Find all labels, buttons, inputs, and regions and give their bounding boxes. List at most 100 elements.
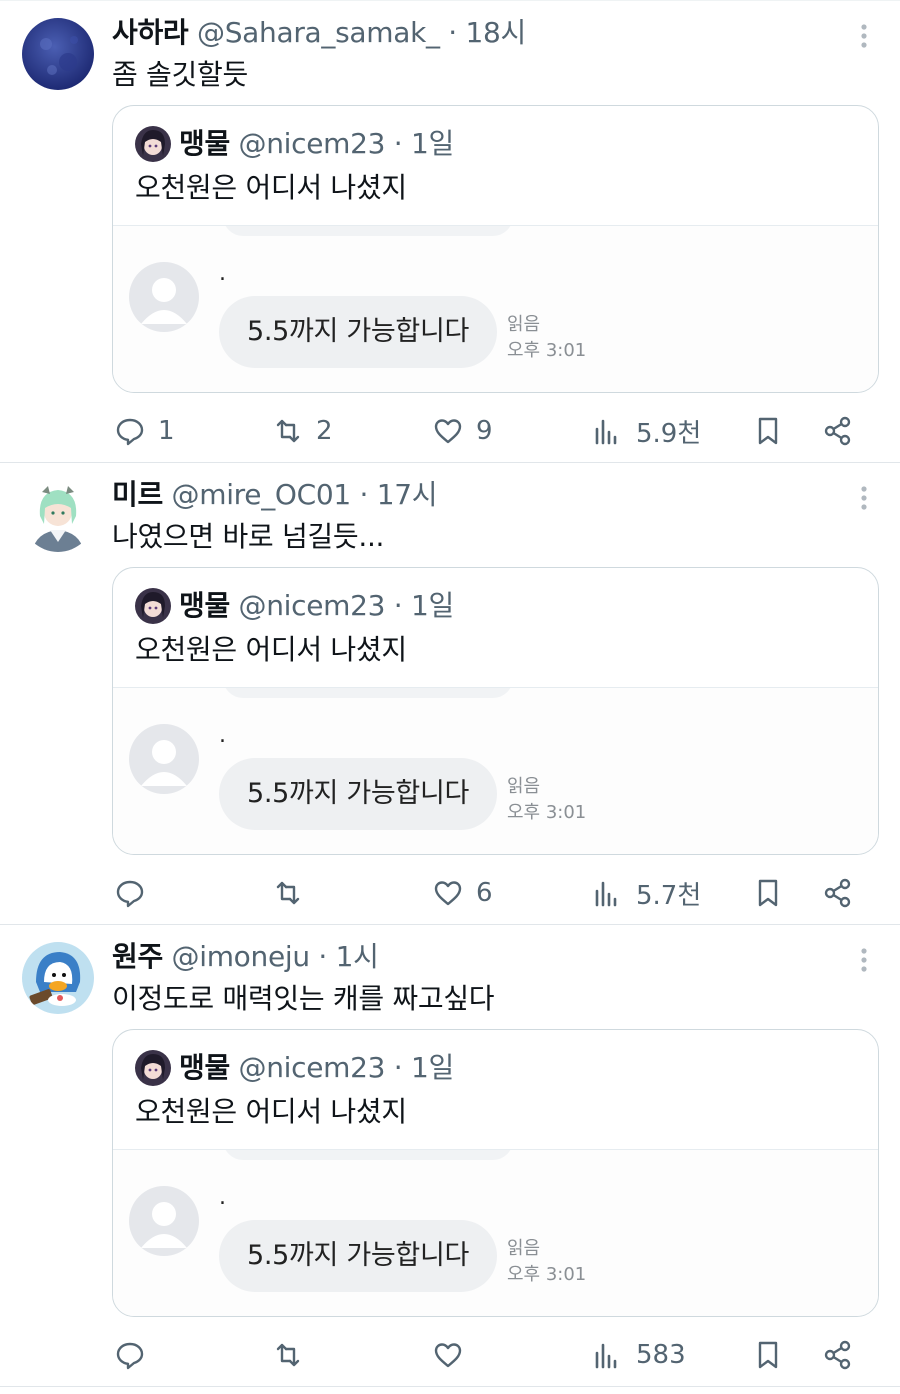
separator-dot: · [385, 1051, 411, 1084]
tweet-text: 좀 솔깃할듯 [112, 58, 248, 91]
avatar[interactable] [22, 18, 94, 90]
separator-dot: · [439, 16, 466, 49]
share-button[interactable] [822, 1329, 854, 1381]
reply-button[interactable]: 1 [114, 405, 175, 457]
retweet-button[interactable]: 2 [272, 405, 333, 457]
quoted-text: 오천원은 어디서 나셨지 [135, 633, 407, 666]
bookmark-icon [758, 879, 778, 907]
view-count: 5.7천 [636, 880, 702, 911]
quoted-tweet[interactable]: 맹물 @nicem23 · 1일 오천원은 어디서 나셨지 . 5.5까지 가능… [112, 105, 879, 393]
share-icon [824, 416, 851, 446]
quoted-author-name: 맹물 [179, 1051, 230, 1084]
author-handle[interactable]: @imoneju [172, 940, 311, 973]
quoted-header: 맹물 @nicem23 · 1일 [179, 1048, 454, 1088]
author-name[interactable]: 미르 [112, 478, 163, 511]
bookmark-button[interactable] [752, 1329, 784, 1381]
retweet-icon [276, 419, 300, 443]
retweet-button[interactable] [272, 1329, 316, 1381]
quoted-time: 1일 [411, 1051, 454, 1084]
quoted-author-handle: @nicem23 [238, 1051, 386, 1084]
quoted-author-name: 맹물 [179, 127, 230, 160]
tweet[interactable]: 사하라 @Sahara_samak_ · 18시 좀 솔깃할듯 맹물 @nice… [0, 1, 900, 463]
views-button[interactable]: 5.9천 [592, 405, 701, 457]
cropped-text [531, 1150, 615, 1152]
chat-screenshot[interactable]: . 5.5까지 가능합니다 읽음 오후 3:01 [113, 1149, 878, 1316]
chat-sender-name: . [219, 1185, 226, 1210]
quoted-text: 오천원은 어디서 나셨지 [135, 1095, 407, 1128]
tweet[interactable]: 원주 @imoneju · 1시 이정도로 매력잇는 캐를 짜고싶다 맹물 @n… [0, 925, 900, 1387]
avatar[interactable] [22, 480, 94, 552]
bookmark-button[interactable] [752, 405, 784, 457]
quoted-tweet[interactable]: 맹물 @nicem23 · 1일 오천원은 어디서 나셨지 . 5.5까지 가능… [112, 567, 879, 855]
like-count: 6 [476, 878, 493, 908]
author-name[interactable]: 사하라 [112, 16, 189, 49]
tweet-feed: 사하라 @Sahara_samak_ · 18시 좀 솔깃할듯 맹물 @nice… [0, 0, 900, 1394]
retweet-button[interactable] [272, 867, 316, 919]
views-button[interactable]: 5.7천 [592, 867, 701, 919]
like-button[interactable]: 9 [432, 405, 493, 457]
quoted-time: 1일 [411, 127, 454, 160]
author-handle[interactable]: @mire_OC01 [172, 478, 352, 511]
bookmark-icon [758, 1341, 778, 1369]
bookmark-button[interactable] [752, 867, 784, 919]
tweet-header: 원주 @imoneju · 1시 [112, 937, 840, 977]
view-count: 583 [636, 1340, 686, 1370]
quoted-avatar [135, 126, 171, 162]
share-icon [824, 878, 851, 908]
more-vertical-icon[interactable] [854, 945, 874, 975]
views-button[interactable]: 583 [592, 1329, 686, 1381]
read-status: 읽음 [507, 1238, 541, 1259]
reply-icon [116, 880, 144, 908]
quoted-avatar [135, 1050, 171, 1086]
like-button[interactable]: 6 [432, 867, 493, 919]
reply-button[interactable] [114, 1329, 158, 1381]
chat-screenshot[interactable]: . 5.5까지 가능합니다 읽음 오후 3:01 [113, 225, 878, 392]
separator-dot: · [385, 127, 411, 160]
reply-icon [116, 1342, 144, 1370]
like-button[interactable] [432, 1329, 476, 1381]
views-chart-icon [595, 1343, 617, 1369]
share-button[interactable] [822, 405, 854, 457]
chat-time: 오후 3:01 [507, 802, 587, 823]
tweet-actions: 6 5.7천 [112, 867, 872, 919]
retweet-icon [276, 1343, 300, 1367]
quoted-author-handle: @nicem23 [238, 589, 386, 622]
chat-sender-name: . [219, 723, 226, 748]
cropped-bubble [223, 1150, 513, 1160]
quoted-header: 맹물 @nicem23 · 1일 [179, 124, 454, 164]
chat-bubble: 5.5까지 가능합니다 [219, 1220, 497, 1292]
tweet-actions: 1 2 9 5.9천 [112, 405, 872, 457]
read-status: 읽음 [507, 314, 541, 335]
post-time[interactable]: 17시 [377, 478, 438, 511]
chat-sender-name: . [219, 261, 226, 286]
chat-bubble: 5.5까지 가능합니다 [219, 296, 497, 368]
cropped-text [531, 226, 615, 228]
default-profile-icon [129, 1186, 199, 1256]
chat-bubble: 5.5까지 가능합니다 [219, 758, 497, 830]
default-profile-icon [129, 262, 199, 332]
author-handle[interactable]: @Sahara_samak_ [197, 16, 440, 49]
reply-icon [116, 418, 144, 446]
retweet-count: 2 [316, 416, 333, 446]
views-chart-icon [595, 419, 617, 445]
quoted-text: 오천원은 어디서 나셨지 [135, 171, 407, 204]
read-status: 읽음 [507, 776, 541, 797]
bookmark-icon [758, 417, 778, 445]
chat-screenshot[interactable]: . 5.5까지 가능합니다 읽음 오후 3:01 [113, 687, 878, 854]
post-time[interactable]: 18시 [466, 16, 527, 49]
more-vertical-icon[interactable] [854, 21, 874, 51]
view-count: 5.9천 [636, 418, 702, 449]
more-vertical-icon[interactable] [854, 483, 874, 513]
reply-button[interactable] [114, 867, 158, 919]
post-time[interactable]: 1시 [336, 940, 379, 973]
tweet-actions: 583 [112, 1329, 872, 1381]
retweet-icon [276, 881, 300, 905]
share-icon [824, 1340, 851, 1370]
views-chart-icon [595, 881, 617, 907]
author-name[interactable]: 원주 [112, 940, 163, 973]
avatar[interactable] [22, 942, 94, 1014]
tweet[interactable]: 미르 @mire_OC01 · 17시 나였으면 바로 넘길듯... 맹물 @n… [0, 463, 900, 925]
quoted-header: 맹물 @nicem23 · 1일 [179, 586, 454, 626]
share-button[interactable] [822, 867, 854, 919]
quoted-tweet[interactable]: 맹물 @nicem23 · 1일 오천원은 어디서 나셨지 . 5.5까지 가능… [112, 1029, 879, 1317]
